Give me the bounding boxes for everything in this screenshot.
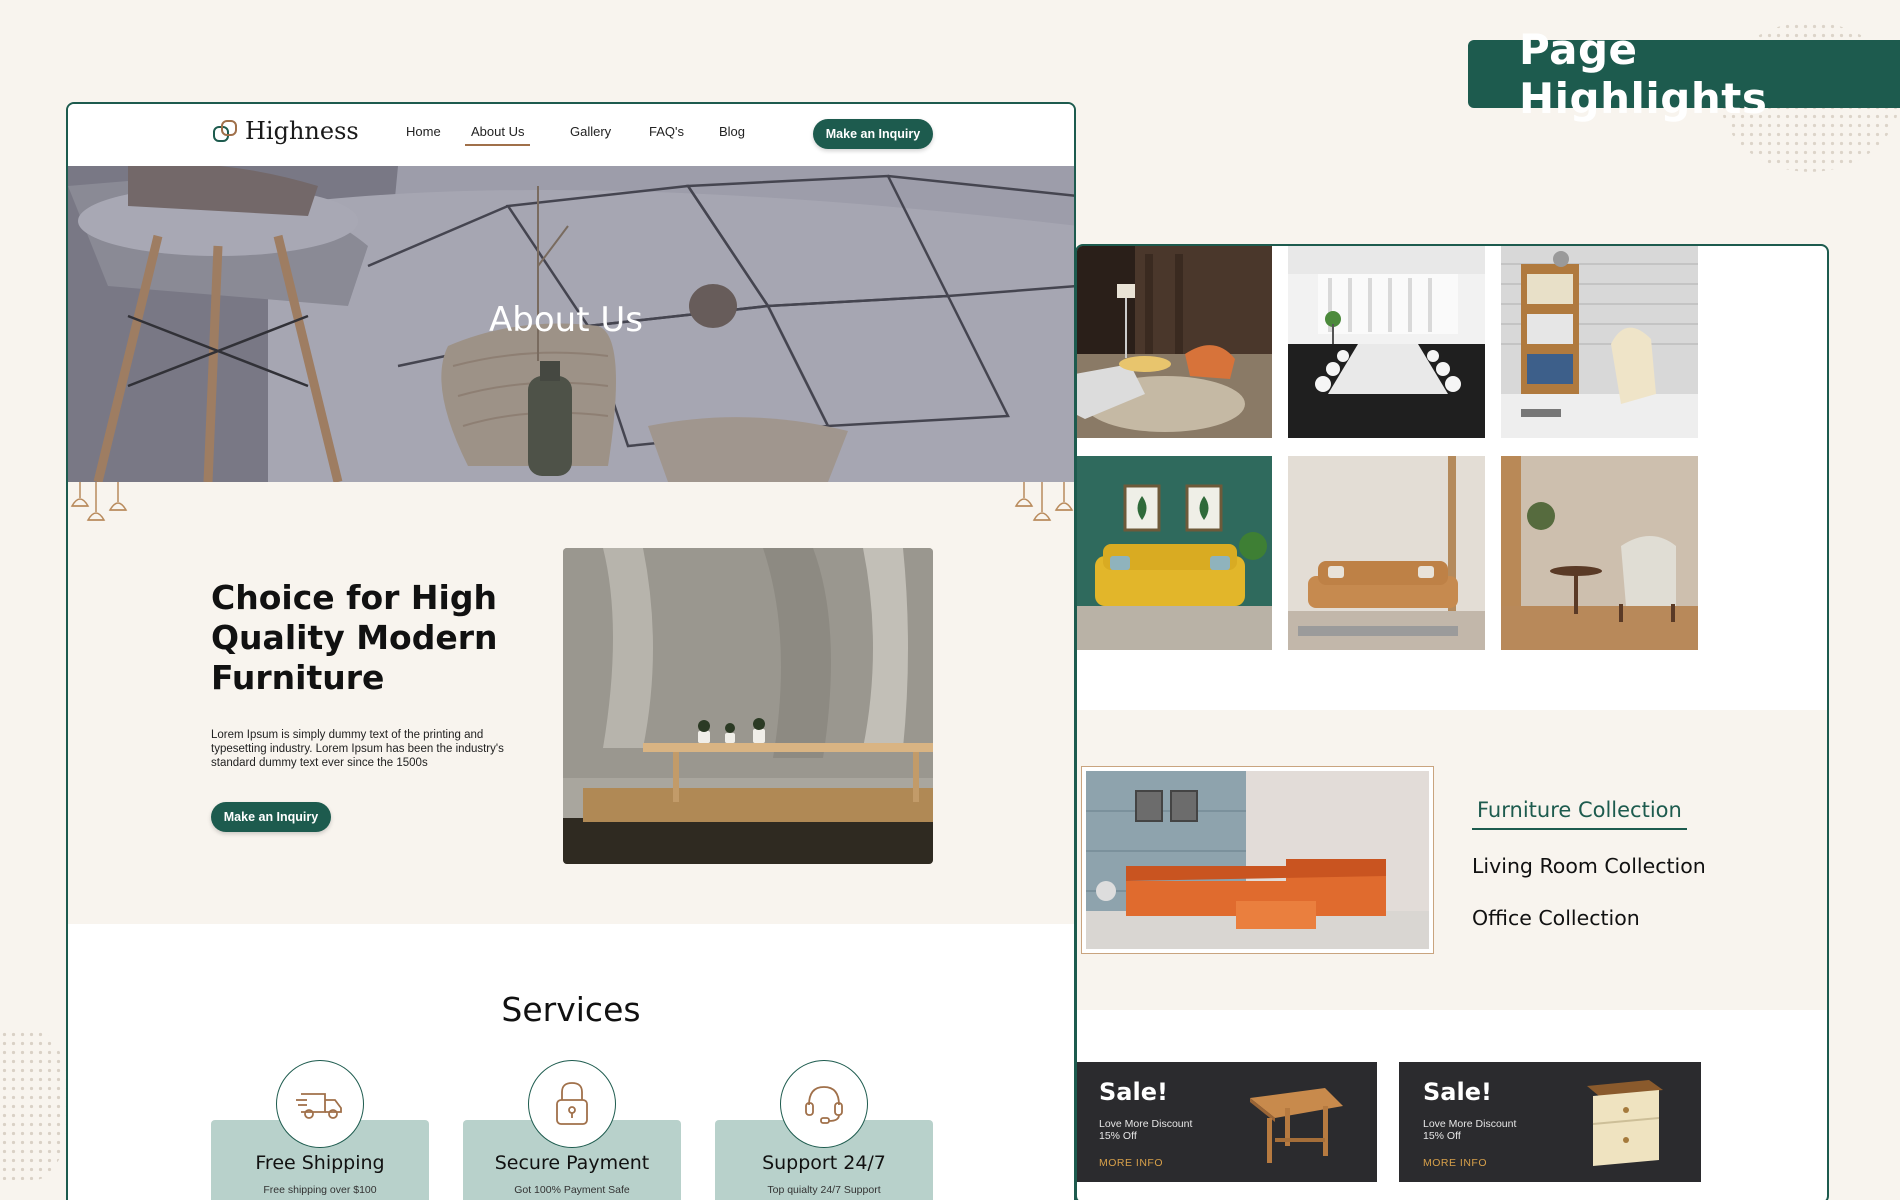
logo-text: Highness (245, 117, 359, 145)
about-body: Lorem Ipsum is simply dummy text of the … (211, 729, 504, 769)
sale-banner[interactable]: Sale! Love More Discount 15% Off MORE INF… (1399, 1062, 1701, 1182)
dot-pattern-decoration (0, 1030, 70, 1180)
sale-title: Sale! (1099, 1078, 1168, 1106)
coffee-table-image (1250, 1088, 1343, 1163)
service-title: Secure Payment (494, 1152, 650, 1174)
services-heading: Services (501, 990, 641, 1029)
pendant-lamp-decoration (70, 482, 128, 521)
badge-title: Page Highlights (1519, 25, 1768, 123)
nav-item-faqs[interactable]: FAQ's (649, 124, 684, 139)
about-section: Choice for High Quality Modern Furniture… (68, 482, 1074, 924)
make-inquiry-button[interactable]: Make an Inquiry (813, 119, 933, 149)
about-heading: Choice for High Quality Modern Furniture (211, 578, 498, 697)
gallery-image-yellow-sofa[interactable] (1077, 456, 1272, 650)
sale-description: Love More Discount 15% Off (1423, 1118, 1516, 1142)
brand-logo[interactable]: Highness (211, 116, 359, 146)
make-inquiry-button[interactable]: Make an Inquiry (211, 802, 331, 832)
more-info-link[interactable]: MORE INFO (1099, 1157, 1163, 1169)
gallery-image-tan-sofa[interactable] (1288, 456, 1485, 650)
hero-title: About Us (489, 300, 643, 340)
service-subtitle: Free shipping over $100 (263, 1184, 377, 1196)
preview-frame-right: Furniture Collection Living Room Collect… (1075, 244, 1829, 1200)
gallery-image-lounge[interactable] (1077, 246, 1272, 438)
page-highlights-badge: Page Highlights (1468, 25, 1900, 123)
gallery-image-armchair[interactable] (1501, 456, 1698, 650)
about-image-console-table (563, 548, 933, 864)
collection-title: Furniture Collection (1472, 798, 1687, 830)
collection-image-sectional-sofa (1081, 766, 1434, 954)
sale-line1: Love More Discount (1423, 1118, 1517, 1130)
preview-frame-left: Highness Home About Us Gallery FAQ's Blo… (66, 102, 1076, 1200)
nav-item-blog[interactable]: Blog (719, 124, 745, 139)
logo-icon (213, 120, 237, 142)
hero-banner: About Us (68, 166, 1074, 482)
gallery-image-home-office[interactable] (1501, 246, 1698, 438)
headset-icon (780, 1060, 868, 1148)
service-title: Support 24/7 (762, 1152, 886, 1174)
sale-line1: Love More Discount (1099, 1118, 1193, 1130)
nightstand-image (1587, 1080, 1663, 1166)
nav-item-home[interactable]: Home (406, 124, 441, 139)
nav-item-about-us[interactable]: About Us (465, 124, 531, 146)
sale-title: Sale! (1423, 1078, 1492, 1106)
truck-icon (276, 1060, 364, 1148)
service-subtitle: Got 100% Payment Safe (514, 1184, 630, 1196)
pendant-lamp-decoration (1014, 482, 1074, 521)
more-info-link[interactable]: MORE INFO (1423, 1157, 1487, 1169)
nav-item-gallery[interactable]: Gallery (570, 124, 611, 139)
sale-line2: 15% Off (1423, 1130, 1461, 1142)
service-subtitle: Top quialty 24/7 Support (767, 1184, 881, 1196)
collection-link-office[interactable]: Office Collection (1472, 906, 1640, 930)
lock-icon (528, 1060, 616, 1148)
top-navigation: Highness Home About Us Gallery FAQ's Blo… (68, 104, 1074, 166)
service-title: Free Shipping (255, 1152, 385, 1174)
sale-banner[interactable]: Sale! Love More Discount 15% Off MORE INF… (1077, 1062, 1377, 1182)
gallery-image-conference-room[interactable] (1288, 246, 1485, 438)
furniture-collection-section: Furniture Collection Living Room Collect… (1077, 710, 1827, 1010)
sale-line2: 15% Off (1099, 1130, 1137, 1142)
sale-description: Love More Discount 15% Off (1099, 1118, 1192, 1142)
collection-link-living-room[interactable]: Living Room Collection (1472, 854, 1706, 878)
